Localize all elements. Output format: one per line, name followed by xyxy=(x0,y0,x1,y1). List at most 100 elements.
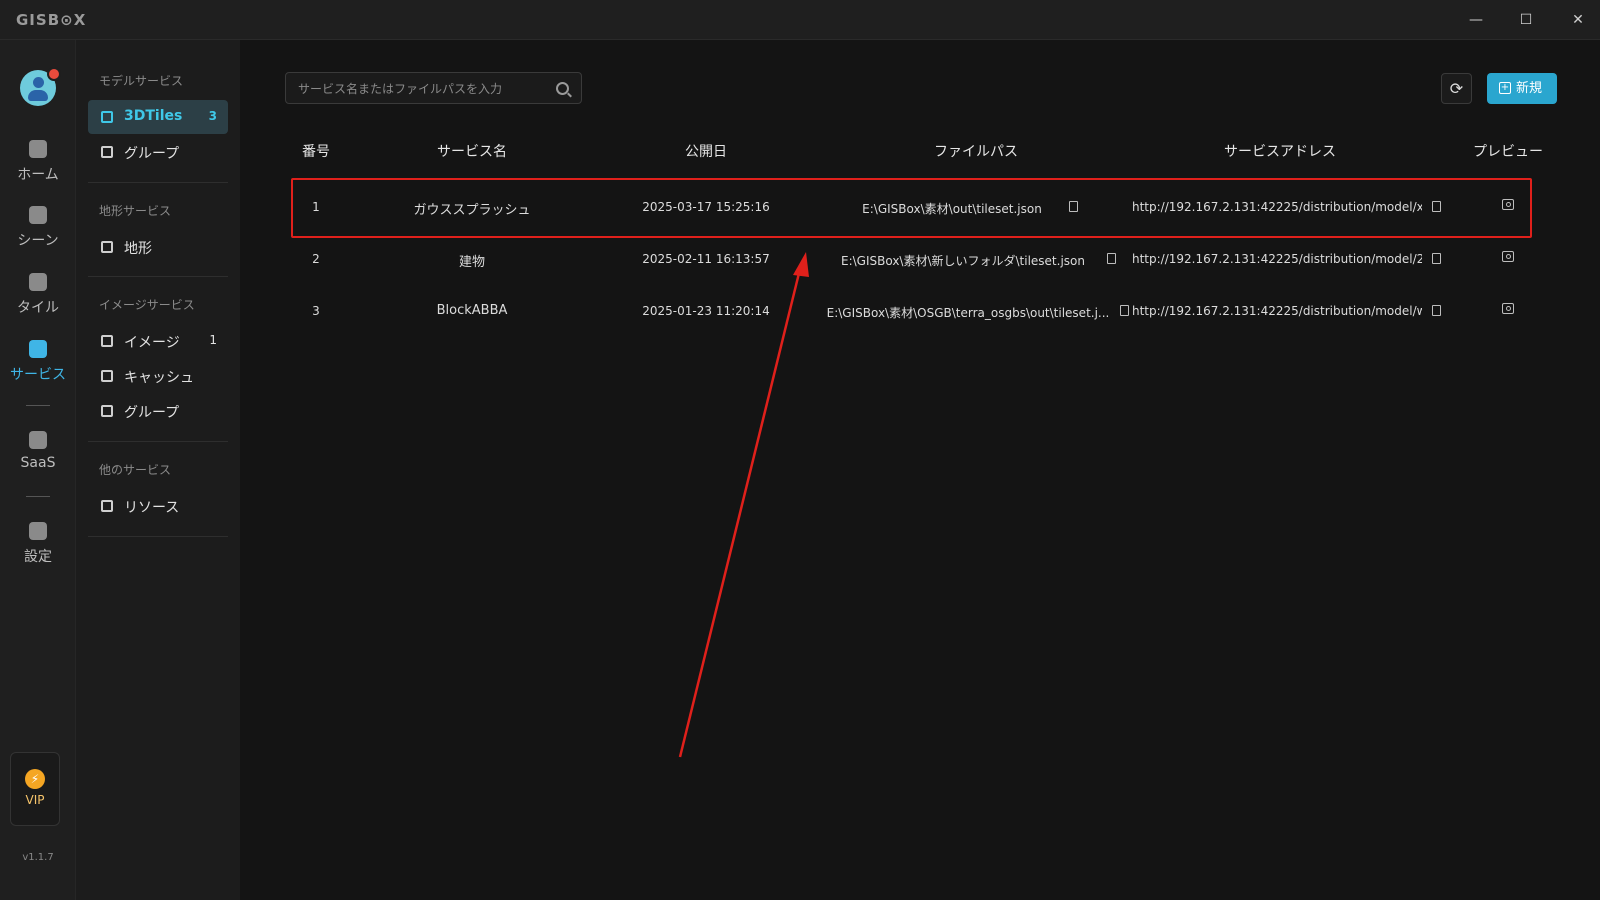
vip-button[interactable]: ⚡ VIP xyxy=(10,752,60,826)
subnav-item-label: グループ xyxy=(124,146,180,162)
search-icon[interactable] xyxy=(556,82,569,95)
minimize-button[interactable]: — xyxy=(1462,8,1490,32)
service-name: 建物 xyxy=(458,255,485,270)
count-badge: 1 xyxy=(209,333,217,347)
subnav-item-cache[interactable]: キャッシュ xyxy=(88,359,228,393)
avatar-body-icon xyxy=(28,90,48,101)
rail-item-label: ホーム xyxy=(17,167,59,183)
group-icon xyxy=(101,146,113,158)
settings-icon xyxy=(29,522,47,540)
column-header-address: サービスアドレス xyxy=(1224,144,1336,160)
service-address: http://192.167.2.131:42225/distribution/… xyxy=(1132,252,1422,266)
subnav-item-label: 地形 xyxy=(124,241,152,257)
section-title-image: イメージサービス xyxy=(99,298,195,312)
file-path: E:\GISBox\素材\新しいフォルダ\tileset.json xyxy=(840,254,1085,268)
saas-icon xyxy=(29,431,47,449)
preview-icon[interactable] xyxy=(1502,303,1514,314)
subnav-item-terrain[interactable]: 地形 xyxy=(88,230,228,264)
refresh-button[interactable]: ⟳ xyxy=(1441,73,1472,104)
service-subnav: モデルサービス 3DTiles 3 グループ 地形サービス 地形 イメージサービ… xyxy=(76,40,240,900)
cache-icon xyxy=(101,370,113,382)
annotation-arrow xyxy=(678,252,809,758)
group-icon xyxy=(101,405,113,417)
service-icon xyxy=(29,340,47,358)
home-icon xyxy=(29,140,47,158)
file-path: E:\GISBox\素材\OSGB\terra_osgbs\out\tilese… xyxy=(826,306,1110,320)
image-icon xyxy=(101,335,113,347)
copy-path-icon[interactable] xyxy=(1107,253,1116,264)
section-title-model: モデルサービス xyxy=(99,74,184,88)
service-name: BlockABBA xyxy=(436,303,508,318)
service-name: ガウススプラッシュ xyxy=(413,203,531,218)
row-number: 1 xyxy=(312,200,320,214)
user-avatar[interactable] xyxy=(20,67,61,106)
count-badge: 3 xyxy=(208,109,217,123)
arrow-shaft xyxy=(678,264,803,758)
subnav-divider xyxy=(88,536,228,537)
app-logo: GISB⊙X xyxy=(16,11,87,29)
copy-address-icon[interactable] xyxy=(1432,253,1441,264)
rail-item-settings[interactable]: 設定 xyxy=(0,522,76,566)
row-number: 3 xyxy=(312,304,320,318)
rail-item-scene[interactable]: シーン xyxy=(0,206,76,250)
search-input[interactable] xyxy=(298,79,548,99)
subnav-item-3dtiles[interactable]: 3DTiles 3 xyxy=(88,100,228,134)
subnav-item-label: リソース xyxy=(124,500,180,516)
version-label: v1.1.7 xyxy=(22,852,54,863)
maximize-button[interactable]: ☐ xyxy=(1512,8,1540,32)
copy-address-icon[interactable] xyxy=(1432,201,1441,212)
tile-icon xyxy=(29,273,47,291)
publish-date: 2025-01-23 11:20:14 xyxy=(642,304,770,318)
bolt-icon: ⚡ xyxy=(25,769,45,789)
subnav-item-image-group[interactable]: グループ xyxy=(88,394,228,428)
copy-path-icon[interactable] xyxy=(1120,305,1129,316)
section-title-terrain: 地形サービス xyxy=(99,204,172,218)
terrain-icon xyxy=(101,241,113,253)
scene-icon xyxy=(29,206,47,224)
rail-item-saas[interactable]: SaaS xyxy=(0,431,76,471)
rail-item-home[interactable]: ホーム xyxy=(0,140,76,184)
subnav-item-label: 3DTiles xyxy=(124,108,183,124)
subnav-item-resource[interactable]: リソース xyxy=(88,489,228,523)
rail-item-service[interactable]: サービス xyxy=(0,340,76,384)
column-header-preview: プレビュー xyxy=(1473,144,1543,160)
preview-icon[interactable] xyxy=(1502,199,1514,210)
resource-icon xyxy=(101,500,113,512)
notification-badge-icon xyxy=(47,67,61,81)
new-button-label: 新規 xyxy=(1516,81,1543,96)
row-number: 2 xyxy=(312,252,320,266)
copy-address-icon[interactable] xyxy=(1432,305,1441,316)
search-box xyxy=(285,72,582,104)
rail-item-label: サービス xyxy=(10,367,66,383)
rail-item-label: SaaS xyxy=(20,455,56,471)
copy-path-icon[interactable] xyxy=(1069,201,1078,212)
close-button[interactable]: ✕ xyxy=(1564,8,1592,32)
subnav-item-image[interactable]: イメージ 1 xyxy=(88,324,228,358)
subnav-item-model-group[interactable]: グループ xyxy=(88,135,228,169)
service-address: http://192.167.2.131:42225/distribution/… xyxy=(1132,200,1422,214)
rail-item-label: 設定 xyxy=(24,549,52,565)
new-service-button[interactable]: + 新規 xyxy=(1487,73,1557,104)
subnav-item-label: グループ xyxy=(124,405,180,421)
add-icon: + xyxy=(1499,82,1511,94)
file-path: E:\GISBox\素材\out\tileset.json xyxy=(862,202,1042,216)
rail-divider xyxy=(26,405,50,406)
subnav-divider xyxy=(88,182,228,183)
preview-icon[interactable] xyxy=(1502,251,1514,262)
arrow-head xyxy=(793,252,809,277)
column-header-date: 公開日 xyxy=(685,144,727,160)
subnav-item-label: イメージ xyxy=(124,335,180,351)
publish-date: 2025-02-11 16:13:57 xyxy=(642,252,770,266)
subnav-divider xyxy=(88,441,228,442)
subnav-divider xyxy=(88,276,228,277)
vip-label: VIP xyxy=(25,793,45,807)
title-bar: GISB⊙X — ☐ ✕ xyxy=(0,0,1600,40)
rail-item-tile[interactable]: タイル xyxy=(0,273,76,317)
publish-date: 2025-03-17 15:25:16 xyxy=(642,200,770,214)
section-title-other: 他のサービス xyxy=(99,463,172,477)
main-nav-rail: ホーム シーン タイル サービス SaaS 設定 ⚡ VIP v1.1.7 xyxy=(0,40,76,900)
tiles-icon xyxy=(101,111,113,123)
service-address: http://192.167.2.131:42225/distribution/… xyxy=(1132,304,1422,318)
avatar-head-icon xyxy=(33,77,44,88)
column-header-name: サービス名 xyxy=(437,144,507,160)
